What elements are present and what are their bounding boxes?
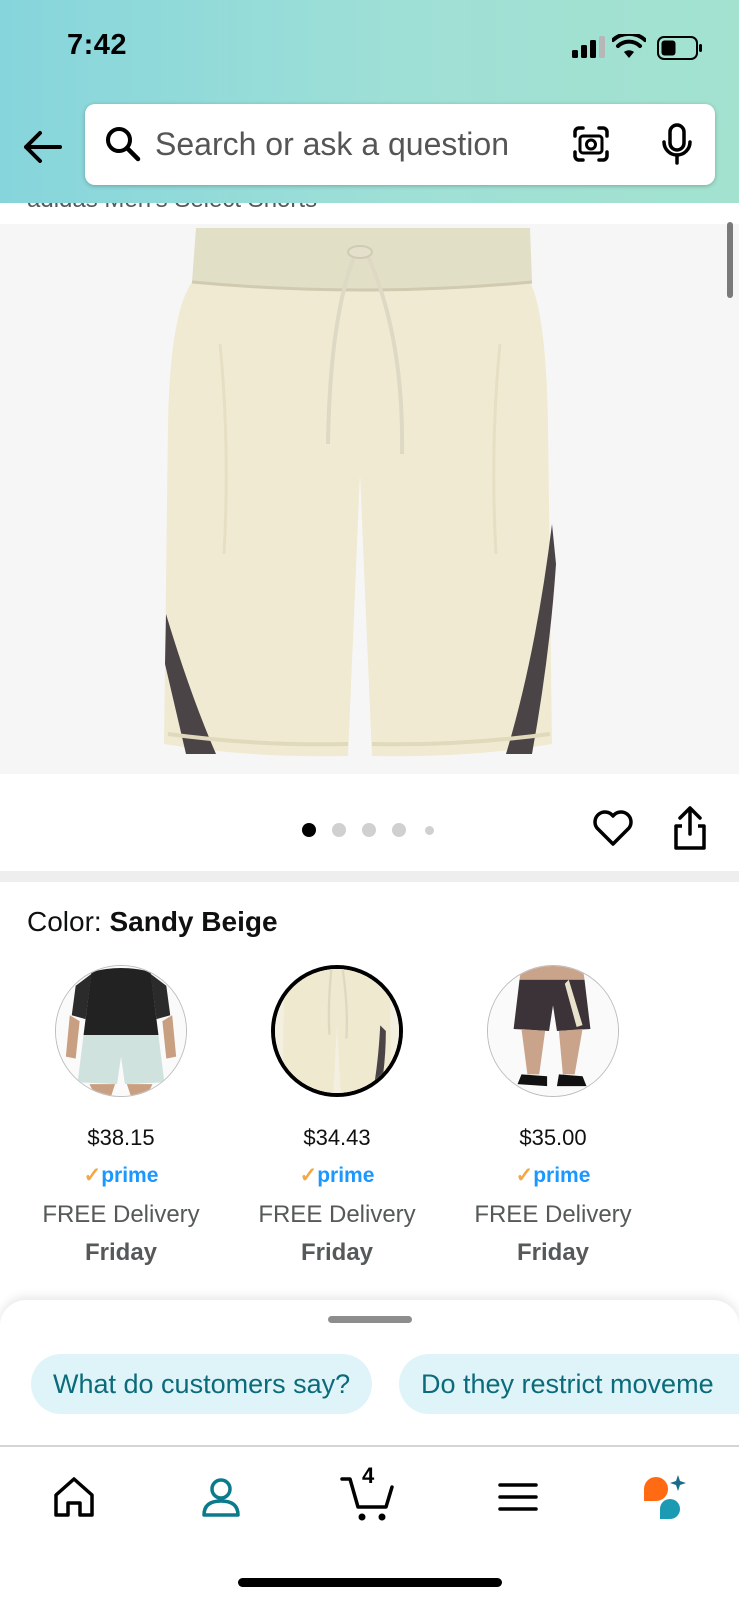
- prime-badge: ✓prime: [432, 1163, 674, 1188]
- rufus-bottom-sheet[interactable]: What do customers say? Do they restrict …: [0, 1300, 739, 1445]
- swatch-delivery: FREE Delivery: [258, 1201, 416, 1228]
- swatch-delivery: FREE Delivery: [474, 1201, 632, 1228]
- swatch-image-mint[interactable]: [55, 965, 187, 1097]
- section-divider: [0, 871, 739, 882]
- prime-badge: ✓prime: [216, 1163, 458, 1188]
- battery-icon: [657, 36, 702, 60]
- wifi-icon: [612, 34, 646, 58]
- cart-count-badge: 4: [362, 1463, 375, 1488]
- prime-check-icon: ✓: [515, 1164, 534, 1187]
- product-page: 7:42 Search or ask a question Color: San…: [0, 0, 739, 1600]
- pagination-dot[interactable]: [425, 826, 434, 835]
- account-tab-icon[interactable]: [197, 1473, 245, 1521]
- swatch-price: $38.15: [87, 1125, 155, 1150]
- color-label: Color:: [27, 906, 110, 937]
- swatch-delivery: FREE Delivery: [42, 1201, 200, 1228]
- swatch-image-dark[interactable]: [487, 965, 619, 1097]
- bottom-tab-bar: 4: [0, 1445, 739, 1600]
- heart-icon[interactable]: [592, 808, 634, 848]
- menu-tab-icon[interactable]: [494, 1473, 542, 1521]
- swatch-delivery-day: Friday: [516, 1239, 590, 1266]
- pagination-dot[interactable]: [332, 823, 346, 837]
- suggestion-chip[interactable]: What do customers say?: [31, 1354, 373, 1414]
- sheet-drag-handle[interactable]: [328, 1316, 412, 1323]
- pagination-dot-active[interactable]: [302, 823, 316, 837]
- status-time: 7:42: [67, 29, 128, 61]
- back-arrow-icon[interactable]: [20, 125, 64, 169]
- prime-label: prime: [533, 1164, 591, 1187]
- prime-badge: ✓prime: [0, 1163, 242, 1188]
- prime-check-icon: ✓: [83, 1164, 102, 1187]
- prime-label: prime: [317, 1164, 375, 1187]
- pagination-dot[interactable]: [392, 823, 406, 837]
- prime-check-icon: ✓: [299, 1164, 318, 1187]
- pagination-dot[interactable]: [362, 823, 376, 837]
- swatch-price: $34.43: [303, 1125, 371, 1150]
- home-indicator: [238, 1578, 502, 1587]
- swatch-price: $35.00: [519, 1125, 587, 1150]
- camera-search-icon[interactable]: [571, 124, 611, 164]
- swatch-delivery-day: Friday: [84, 1239, 158, 1266]
- product-image-shorts[interactable]: [160, 224, 580, 774]
- share-icon[interactable]: [668, 804, 712, 852]
- rufus-assistant-icon[interactable]: [640, 1473, 688, 1521]
- header: 7:42 Search or ask a question: [0, 0, 739, 203]
- search-input[interactable]: Search or ask a question: [155, 126, 509, 163]
- prime-label: prime: [101, 1164, 159, 1187]
- suggestion-chip[interactable]: Do they restrict moveme: [399, 1354, 739, 1414]
- search-bar[interactable]: Search or ask a question: [85, 104, 715, 185]
- search-icon: [106, 127, 141, 162]
- color-value: Sandy Beige: [109, 906, 278, 937]
- microphone-icon[interactable]: [657, 122, 697, 166]
- home-tab-icon[interactable]: [50, 1473, 98, 1521]
- cellular-signal-icon: [572, 36, 605, 58]
- color-selection-label: Color: Sandy Beige: [27, 906, 278, 938]
- swatch-image-sandy-beige[interactable]: [271, 965, 403, 1097]
- swatch-delivery-day: Friday: [300, 1239, 374, 1266]
- scroll-indicator: [727, 222, 733, 298]
